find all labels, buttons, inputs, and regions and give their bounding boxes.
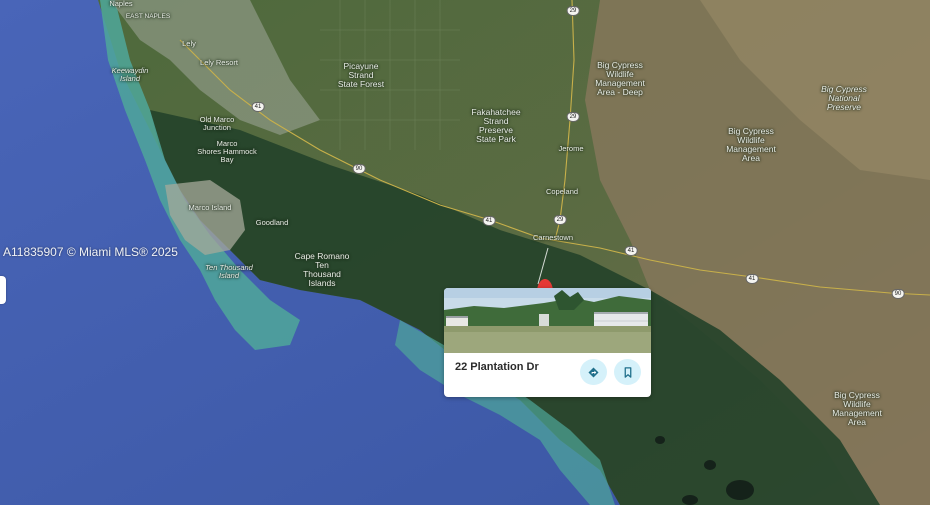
label-big-cypress-national: Big Cypress National Preserve	[821, 84, 867, 112]
route-41-shield: 41	[624, 246, 638, 256]
label-marco-island: Marco Island	[188, 203, 232, 212]
bookmark-icon	[624, 366, 631, 378]
label-big-cypress-wma-deep: Big Cypress Wildlife Management Area - D…	[595, 60, 645, 97]
label-cape-romano: Cape Romano Ten Thousand Islands	[294, 251, 350, 288]
route-41-shield: 41	[482, 216, 496, 226]
route-41-shield: 41	[251, 102, 265, 112]
label-fakahatchee: Fakahatchee Strand Preserve State Park	[471, 107, 521, 144]
mls-watermark: A11835907 © Miami MLS® 2025	[3, 245, 178, 259]
label-old-marco: Old Marco Junction	[199, 115, 235, 132]
label-lely: Lely	[182, 39, 196, 48]
label-big-cypress-wma-low: Big Cypress Wildlife Management Area	[832, 390, 882, 427]
directions-icon	[588, 366, 599, 378]
directions-button[interactable]	[580, 359, 607, 385]
route-29-shield: 29	[553, 215, 567, 225]
label-lely-resort: Lely Resort	[200, 58, 238, 67]
label-keewaydin: Keewaydin Island	[111, 66, 149, 83]
label-marco-shores: Marco Shores Hammock Bay	[197, 139, 257, 164]
label-big-cypress-wma-mid: Big Cypress Wildlife Management Area	[726, 126, 776, 163]
label-jerome: Jerome	[558, 144, 584, 153]
listing-card[interactable]: 22 Plantation Dr	[444, 288, 651, 397]
listing-photo[interactable]	[444, 288, 651, 353]
route-29-shield: 29	[566, 112, 580, 122]
label-copeland: Copeland	[545, 187, 579, 196]
route-90-shield: 90	[891, 289, 905, 299]
label-east-naples: EAST NAPLES	[125, 13, 171, 20]
route-29-shield: 29	[566, 6, 580, 16]
route-90-shield: 90	[352, 164, 366, 174]
label-naples: Naples	[109, 0, 133, 8]
side-panel-toggle[interactable]	[0, 276, 6, 304]
label-ten-thousand-island: Ten Thousand Island	[205, 263, 253, 280]
route-41-shield: 41	[745, 274, 759, 284]
label-goodland: Goodland	[255, 218, 289, 227]
save-button[interactable]	[614, 359, 641, 385]
label-carnestown: Carnestown	[532, 233, 574, 242]
label-picayune: Picayune Strand State Forest	[337, 61, 385, 89]
listing-address[interactable]: 22 Plantation Dr	[455, 361, 539, 373]
